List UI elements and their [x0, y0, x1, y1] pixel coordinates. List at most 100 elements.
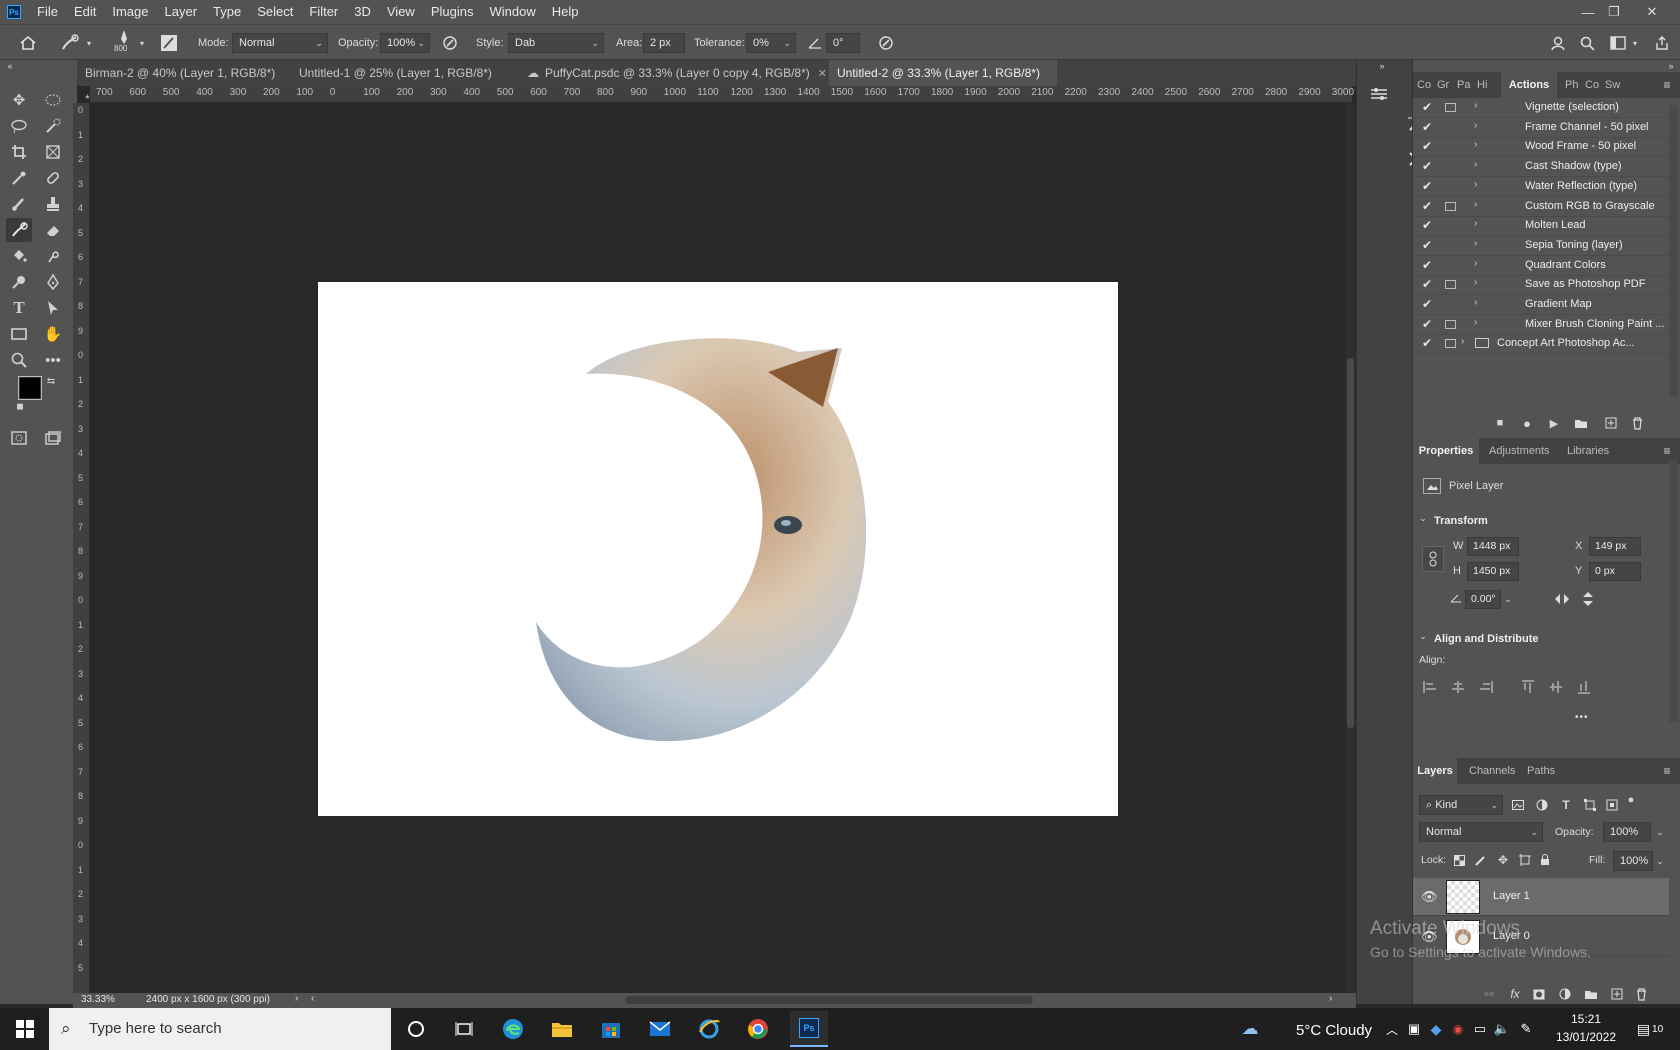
frame-tool-icon[interactable]	[40, 140, 66, 164]
expand-chevron-icon[interactable]: ›	[1474, 100, 1477, 111]
stop-icon[interactable]: ■	[1491, 414, 1509, 432]
expand-chevron-icon[interactable]: ›	[1474, 317, 1477, 328]
move-tool-icon[interactable]: ✥	[6, 88, 32, 112]
chevron-down-icon[interactable]: ⌄	[1501, 590, 1515, 608]
checkmark-icon[interactable]: ✔	[1422, 159, 1432, 173]
pressure-opacity-icon[interactable]	[440, 33, 460, 53]
lock-artboard-icon[interactable]	[1517, 852, 1533, 868]
quick-mask-icon[interactable]	[6, 426, 32, 450]
action-row[interactable]: ✔ › Quadrant Colors	[1413, 256, 1669, 276]
align-middle-icon[interactable]	[1547, 678, 1565, 696]
style-dropdown[interactable]: Dab ⌄	[508, 33, 604, 53]
angle-field[interactable]: 0°	[826, 33, 860, 53]
flip-vertical-icon[interactable]	[1579, 590, 1597, 608]
horizontal-scroll-thumb[interactable]	[625, 996, 1033, 1004]
expand-chevron-icon[interactable]: ›	[1474, 120, 1477, 131]
type-tool-icon[interactable]: T	[6, 296, 32, 320]
brush-settings-icon[interactable]	[159, 33, 179, 53]
tolerance-dropdown[interactable]: 0% ⌄	[746, 33, 796, 53]
tab-patterns[interactable]: Pa	[1457, 72, 1473, 98]
healing-brush-tool-icon[interactable]	[40, 166, 66, 190]
chevron-down-icon[interactable]: ▾	[1630, 37, 1640, 49]
tab-gradients[interactable]: Gr	[1437, 72, 1453, 98]
pressure-size-icon[interactable]	[876, 33, 896, 53]
blend-mode-dropdown[interactable]: Normal ⌄	[1419, 822, 1543, 842]
checkmark-icon[interactable]: ✔	[1422, 139, 1432, 153]
more-options[interactable]: •••	[1575, 708, 1589, 728]
tab-layers[interactable]: Layers	[1413, 758, 1457, 784]
clock-time[interactable]: 15:21	[1548, 1012, 1624, 1026]
align-center-icon[interactable]	[1449, 678, 1467, 696]
action-row[interactable]: ✔ › Vignette (selection)	[1413, 98, 1669, 118]
fill-field[interactable]: 100%	[1613, 851, 1653, 871]
y-field[interactable]: 0 px	[1589, 562, 1641, 581]
dialog-toggle-icon[interactable]	[1445, 201, 1456, 211]
expand-chevron-icon[interactable]: ›	[1474, 297, 1477, 308]
checkmark-icon[interactable]: ✔	[1422, 238, 1432, 252]
checkmark-icon[interactable]: ✔	[1422, 100, 1432, 114]
play-icon[interactable]: ▶	[1545, 414, 1563, 432]
chevron-down-icon[interactable]: ⌄	[1418, 630, 1428, 642]
menu-window[interactable]: Window	[481, 0, 543, 24]
lock-transparent-icon[interactable]	[1451, 852, 1467, 868]
tab-comments[interactable]: Co	[1585, 72, 1601, 98]
filter-pixel-icon[interactable]	[1509, 797, 1527, 813]
chevron-down-icon[interactable]: ⌄	[1418, 512, 1428, 524]
filter-adjustment-icon[interactable]	[1533, 797, 1551, 813]
x-field[interactable]: 149 px	[1589, 537, 1641, 556]
action-row[interactable]: ✔ › Gradient Map	[1413, 295, 1669, 315]
checkmark-icon[interactable]: ✔	[1422, 218, 1432, 232]
checkmark-icon[interactable]: ✔	[1422, 179, 1432, 193]
task-view-icon[interactable]	[445, 1011, 483, 1047]
pen-tool-icon[interactable]	[40, 270, 66, 294]
action-row[interactable]: ✔ › Molten Lead	[1413, 216, 1669, 237]
record-icon[interactable]: ●	[1518, 414, 1536, 432]
properties-scrollbar[interactable]	[1669, 460, 1678, 722]
dialog-toggle-icon[interactable]	[1445, 339, 1456, 349]
layer-row[interactable]: 👁 Layer 1	[1413, 878, 1669, 916]
chevron-down-icon[interactable]: ⌄	[1653, 824, 1667, 840]
chevron-right-icon[interactable]: ›	[1329, 993, 1332, 1004]
home-icon[interactable]	[16, 31, 40, 55]
angle-field[interactable]: 0.00°	[1465, 590, 1501, 609]
brush-tool-icon[interactable]	[6, 192, 32, 216]
tab-untitled-2[interactable]: Untitled-2 @ 33.3% (Layer 1, RGB/8*) *✕	[829, 60, 1057, 106]
chevron-down-icon[interactable]: ▾	[84, 37, 94, 49]
edge-icon[interactable]	[494, 1011, 532, 1047]
menu-view[interactable]: View	[379, 0, 423, 24]
action-row[interactable]: ✔ › Wood Frame - 50 pixel	[1413, 137, 1669, 158]
expand-chevron-icon[interactable]: ›	[1474, 179, 1477, 190]
flip-horizontal-icon[interactable]	[1553, 590, 1571, 608]
action-row[interactable]: ✔ › Custom RGB to Grayscale	[1413, 197, 1669, 217]
lock-position-icon[interactable]: ✥	[1495, 852, 1511, 868]
menu-3d[interactable]: 3D	[346, 0, 379, 24]
opacity-dropdown[interactable]: 100% ⌄	[380, 33, 430, 53]
expand-chevron-icon[interactable]: ›	[1474, 277, 1477, 288]
chrome-icon[interactable]	[739, 1011, 777, 1047]
quick-selection-tool-icon[interactable]	[40, 114, 66, 138]
collapse-panel-icon[interactable]: »	[1372, 60, 1392, 72]
chevron-left-icon[interactable]: ‹	[311, 993, 314, 1004]
default-colors-icon[interactable]: ◼	[14, 400, 26, 412]
close-window-button[interactable]: ✕	[1630, 0, 1674, 24]
action-row[interactable]: ✔ › Mixer Brush Cloning Paint ...	[1413, 315, 1669, 335]
tab-channels[interactable]: Channels	[1469, 758, 1517, 784]
tab-swatches[interactable]: Sw	[1605, 72, 1625, 98]
weather-icon[interactable]: ☁	[1236, 1011, 1264, 1047]
checkmark-icon[interactable]: ✔	[1422, 317, 1432, 331]
width-field[interactable]: 1448 px	[1467, 537, 1519, 556]
expand-chevron-icon[interactable]: ›	[1474, 199, 1477, 210]
search-icon[interactable]	[1577, 33, 1597, 53]
checkmark-icon[interactable]: ✔	[1422, 120, 1432, 134]
dialog-toggle-icon[interactable]	[1445, 280, 1456, 290]
dodge-tool-icon[interactable]	[6, 270, 32, 294]
menu-image[interactable]: Image	[104, 0, 156, 24]
menu-filter[interactable]: Filter	[301, 0, 346, 24]
tab-actions[interactable]: Actions	[1501, 72, 1557, 98]
clock-date[interactable]: 13/01/2022	[1548, 1030, 1624, 1044]
crop-tool-icon[interactable]	[6, 140, 32, 164]
swap-colors-icon[interactable]: ⇆	[44, 374, 58, 388]
lasso-tool-icon[interactable]	[6, 114, 32, 138]
device-icon[interactable]: ▣	[1404, 1011, 1424, 1047]
taskbar-search-box[interactable]: ⌕ Type here to search	[49, 1008, 391, 1050]
